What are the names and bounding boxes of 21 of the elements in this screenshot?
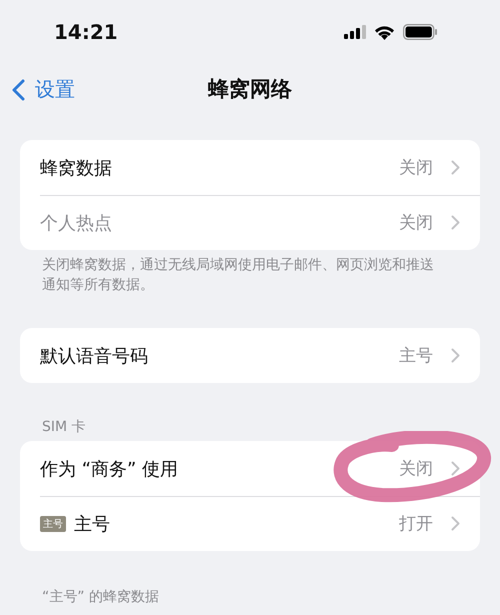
sim-badge: 主号	[40, 516, 66, 532]
row-value: 关闭	[399, 157, 433, 179]
page-title: 蜂窝网络	[208, 76, 292, 103]
row-label: 蜂窝数据	[40, 156, 113, 180]
row-label: 作为 “商务” 使用	[40, 458, 180, 481]
settings-row[interactable]: 蜂窝数据 关闭	[20, 140, 480, 195]
row-value: 关闭	[399, 458, 433, 480]
row-label: 主号	[74, 512, 111, 536]
row-label: 个人热点	[40, 212, 113, 234]
back-button[interactable]: 设置	[12, 76, 75, 103]
status-time: 14:21	[54, 20, 118, 44]
settings-row[interactable]: 主号 主号 打开	[20, 496, 480, 552]
row-value: 主号	[399, 345, 433, 368]
section-footer: 关闭蜂窝数据，通过无线局域网使用电子邮件、网页浏览和推送通知等所有数据。	[0, 250, 500, 328]
section-header: “主号” 的蜂窝数据	[41, 588, 160, 608]
row-value: 打开	[399, 513, 433, 536]
row-value: 关闭	[399, 212, 433, 234]
row-label: 默认语音号码	[40, 344, 149, 368]
settings-row[interactable]: 默认语音号码 主号	[20, 328, 480, 384]
settings-row[interactable]: 作为 “商务” 使用 关闭	[20, 441, 480, 496]
section-header: SIM 卡	[41, 418, 87, 438]
